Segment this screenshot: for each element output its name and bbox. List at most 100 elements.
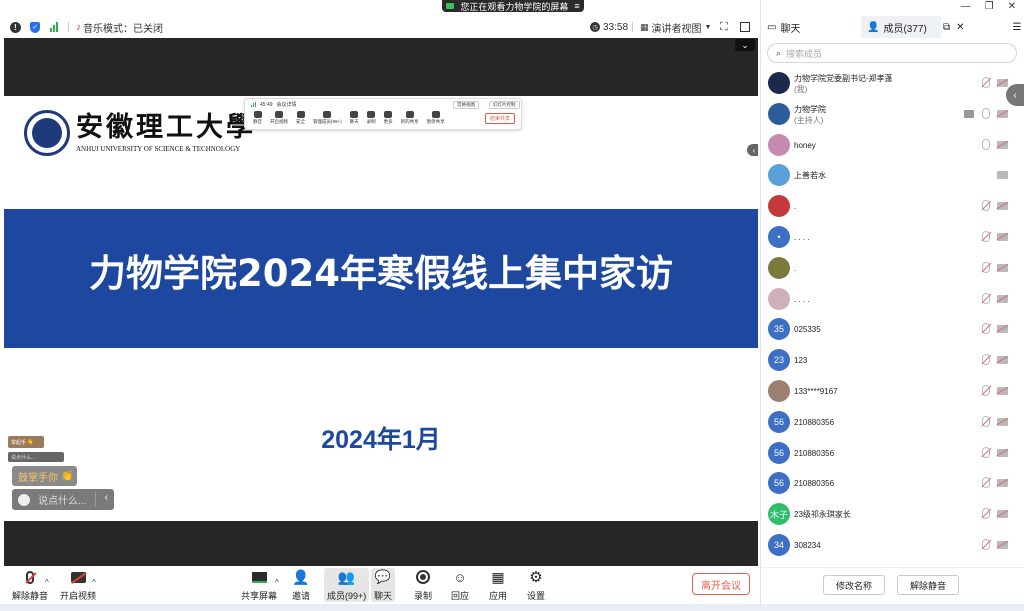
camera-muted-icon[interactable] [997, 325, 1008, 334]
side-panel-icon[interactable] [740, 22, 750, 32]
mini-item[interactable]: 新的共享 [401, 111, 419, 125]
minimize-icon[interactable]: — [961, 1, 971, 12]
mini-item[interactable]: 开启视频 [270, 111, 288, 125]
camera-muted-icon[interactable] [997, 417, 1008, 426]
chevron-up-icon[interactable]: ^ [275, 578, 279, 587]
camera-muted-icon[interactable] [997, 356, 1008, 365]
member-row[interactable]: 56 210880356 [761, 468, 1024, 499]
member-row[interactable]: . [761, 253, 1024, 284]
mini-item[interactable]: 录制 [367, 111, 376, 125]
share-screen-button[interactable]: 共享屏幕 [241, 568, 277, 602]
mic-muted-icon[interactable] [982, 261, 990, 273]
member-row[interactable]: 35 025335 [761, 314, 1024, 345]
mini-item[interactable]: 更多 [384, 111, 393, 125]
member-row[interactable]: . [761, 191, 1024, 222]
mic-muted-icon[interactable] [982, 508, 990, 520]
camera-muted-icon[interactable] [997, 448, 1008, 457]
chevron-left-icon[interactable]: ‹ [1006, 84, 1024, 106]
view-mode-dropdown[interactable]: ▦ 演讲者视图 ▼ [640, 20, 711, 35]
restore-icon[interactable]: ❐ [985, 1, 994, 12]
unmute-button[interactable]: 解除静音 [12, 568, 48, 602]
chevron-up-icon[interactable]: ^ [45, 578, 49, 587]
rename-button[interactable]: 修改名称 [823, 575, 885, 595]
member-row[interactable]: 上善若水 [761, 160, 1024, 191]
mic-muted-icon[interactable] [982, 539, 990, 550]
member-row[interactable]: 133****9167 [761, 376, 1024, 407]
close-icon[interactable]: ✕ [1008, 1, 1016, 12]
mic-icon[interactable] [982, 107, 990, 119]
applause-button[interactable]: 鼓掌手你 👏 [12, 466, 77, 486]
collapse-icon[interactable]: ⌄ [735, 39, 755, 51]
camera-icon[interactable] [997, 171, 1008, 180]
mini-grid-view[interactable]: 宫格视图 [453, 101, 479, 109]
camera-muted-icon[interactable] [997, 233, 1008, 241]
settings-button[interactable]: ⚙ 设置 [527, 568, 545, 602]
mic-muted-icon[interactable] [982, 231, 990, 242]
camera-muted-icon[interactable] [997, 541, 1008, 549]
say-something-input[interactable]: 说点什么... ‹ [12, 489, 114, 510]
member-row[interactable]: . . . . [761, 284, 1024, 315]
mic-muted-icon[interactable] [982, 385, 990, 396]
mic-muted-icon[interactable] [982, 77, 990, 88]
raise-hand-chip[interactable]: 举起手 👋 [8, 436, 44, 448]
member-row[interactable]: 56 210880356 [761, 438, 1024, 469]
camera-muted-icon[interactable] [997, 263, 1008, 272]
camera-muted-icon[interactable] [997, 79, 1008, 87]
chevron-left-icon[interactable]: ‹ [105, 492, 108, 503]
unmute-all-button[interactable]: 解除静音 [897, 575, 959, 595]
camera-muted-icon[interactable] [997, 479, 1008, 488]
slide-nav-left-icon[interactable]: ‹ [747, 144, 758, 156]
mini-item[interactable]: 暂停共享 [427, 111, 445, 125]
mini-item[interactable]: 安全 [296, 111, 305, 125]
apps-button[interactable]: ▦ 应用 [489, 568, 507, 602]
camera-muted-icon[interactable] [997, 294, 1008, 303]
mic-muted-icon[interactable] [982, 200, 990, 212]
menu-icon[interactable]: ☰ [1013, 22, 1022, 33]
menu-icon[interactable]: ≡ [574, 1, 579, 11]
mic-muted-icon[interactable] [982, 477, 990, 489]
mini-say-chip[interactable]: 说点什么... [8, 452, 64, 462]
chevron-up-icon[interactable]: ^ [92, 578, 96, 587]
mini-end-share-button[interactable]: 结束共享 [484, 113, 515, 124]
mini-item[interactable]: 聊天 [350, 111, 359, 125]
close-panel-icon[interactable]: ✕ [956, 22, 964, 33]
tab-members[interactable]: 👤 成员(377) [861, 16, 941, 38]
chat-button[interactable]: 💬 聊天 [371, 568, 396, 602]
member-row[interactable]: 23 123 [761, 345, 1024, 376]
tab-chat[interactable]: ▭ 聊天 [761, 16, 861, 38]
start-video-button[interactable]: 开启视频 [60, 568, 96, 602]
members-button[interactable]: 👥 成员(99+) [324, 568, 370, 602]
mini-slide-control[interactable]: 幻灯片控制 [489, 101, 520, 109]
mini-item[interactable]: 管理成员(99+) [313, 111, 342, 125]
info-icon[interactable]: ! [10, 21, 21, 33]
screen-share-banner[interactable]: 您正在观看力物学院的屏幕 ≡ [442, 0, 584, 12]
pop-out-icon[interactable]: ⧉ [943, 22, 950, 33]
member-row[interactable]: 56 210880356 [761, 407, 1024, 438]
mic-muted-icon[interactable] [982, 323, 990, 335]
security-shield-icon[interactable]: ✓ [30, 21, 40, 33]
camera-muted-icon[interactable] [997, 387, 1008, 395]
member-search-input[interactable]: ⌕ 搜索成员 [767, 43, 1017, 63]
mini-item[interactable]: 静音 [253, 111, 262, 125]
camera-muted-icon[interactable] [997, 510, 1008, 519]
mic-muted-icon[interactable] [982, 292, 990, 304]
mic-muted-icon[interactable] [982, 446, 990, 458]
mic-muted-icon[interactable] [982, 415, 990, 427]
member-row[interactable]: honey [761, 130, 1024, 161]
camera-muted-icon[interactable] [997, 140, 1008, 149]
camera-muted-icon[interactable] [997, 202, 1008, 211]
member-row[interactable]: 木子 23级祁永琪家长 [761, 499, 1024, 530]
member-row[interactable]: 34 308234 [761, 530, 1024, 561]
member-row[interactable]: • . . . . [761, 222, 1024, 253]
signal-icon[interactable] [50, 22, 58, 32]
mic-icon[interactable] [982, 138, 990, 150]
leave-meeting-button[interactable]: 离开会议 [692, 573, 750, 595]
fullscreen-icon[interactable]: ⛶ [720, 21, 728, 34]
camera-muted-icon[interactable] [997, 109, 1008, 118]
member-row[interactable]: 力物学院党委副书记-郑孝蓬 (我) [761, 68, 1024, 99]
member-row[interactable]: 力物学院 (主持人) [761, 99, 1024, 130]
mic-muted-icon[interactable] [982, 354, 990, 366]
invite-button[interactable]: 👤 邀请 [292, 568, 310, 602]
emoji-icon[interactable] [18, 493, 30, 506]
reply-button[interactable]: ☺ 回应 [451, 568, 469, 602]
